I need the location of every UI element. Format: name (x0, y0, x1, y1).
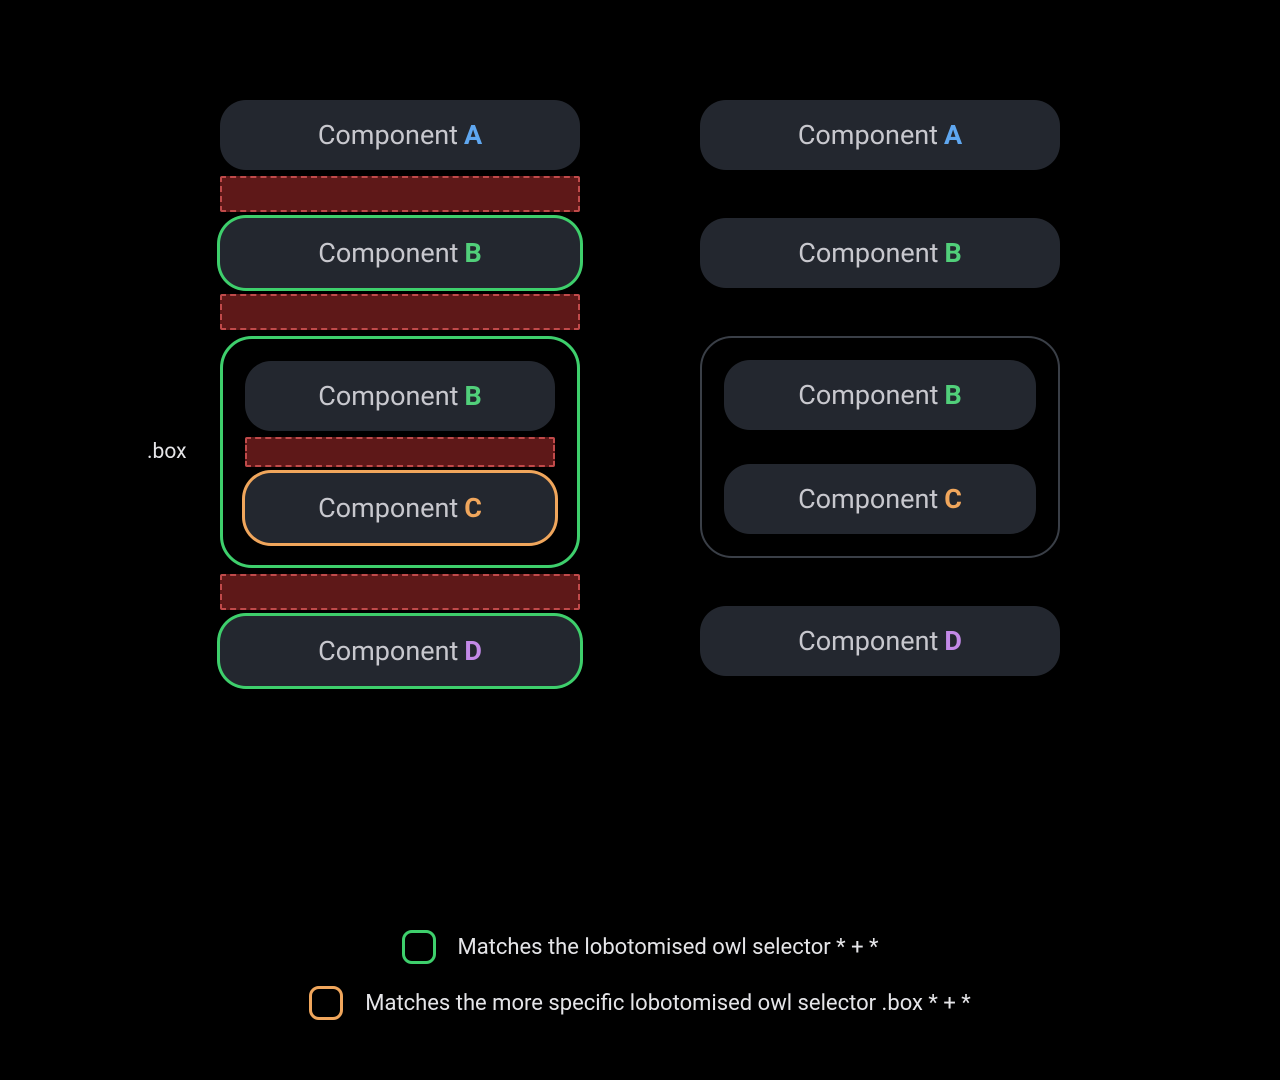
gap (700, 288, 1060, 336)
component-label: Component (798, 379, 938, 411)
component-d-pill-plain: Component D (700, 606, 1060, 676)
component-letter-c: C (944, 483, 962, 515)
component-b-pill-plain: Component B (700, 218, 1060, 288)
component-letter-b: B (944, 237, 961, 269)
gap-nested (724, 430, 1036, 464)
component-b-nested-pill: Component B (245, 361, 555, 431)
component-b-pill: Component B (220, 218, 580, 288)
component-letter-a: A (464, 119, 482, 151)
legend-text-green: Matches the lobotomised owl selector * +… (458, 935, 879, 960)
margin-band (220, 294, 580, 330)
margin-band-nested (245, 437, 555, 467)
legend-row-orange: Matches the more specific lobotomised ow… (309, 986, 970, 1020)
diagram-stage: Component A Component B .box Component B… (0, 100, 1280, 686)
component-letter-b: B (464, 237, 481, 269)
component-c-pill: Component C (245, 473, 555, 543)
component-letter-a: A (944, 119, 962, 151)
component-label: Component (798, 483, 938, 515)
legend-swatch-green (402, 930, 436, 964)
component-a-pill-plain: Component A (700, 100, 1060, 170)
component-letter-d: D (464, 635, 482, 667)
component-letter-b: B (464, 380, 481, 412)
component-letter-c: C (464, 492, 482, 524)
legend-text-orange: Matches the more specific lobotomised ow… (365, 991, 970, 1016)
component-label: Component (318, 119, 458, 151)
component-a-pill: Component A (220, 100, 580, 170)
component-label: Component (318, 380, 458, 412)
box-container-plain: Component B Component C (700, 336, 1060, 558)
margin-band (220, 176, 580, 212)
component-c-pill-plain: Component C (724, 464, 1036, 534)
component-label: Component (798, 237, 938, 269)
legend-row-green: Matches the lobotomised owl selector * +… (402, 930, 879, 964)
legend-swatch-orange (309, 986, 343, 1020)
legend: Matches the lobotomised owl selector * +… (0, 930, 1280, 1020)
component-label: Component (318, 492, 458, 524)
component-d-pill: Component D (220, 616, 580, 686)
gap (700, 558, 1060, 606)
component-letter-b: B (944, 379, 961, 411)
component-letter-d: D (944, 625, 962, 657)
component-label: Component (318, 635, 458, 667)
left-column: Component A Component B .box Component B… (220, 100, 580, 686)
component-label: Component (798, 625, 938, 657)
component-label: Component (798, 119, 938, 151)
component-label: Component (318, 237, 458, 269)
box-class-label: .box (147, 440, 187, 464)
box-container: .box Component B Component C (220, 336, 580, 568)
margin-band (220, 574, 580, 610)
component-b-nested-pill-plain: Component B (724, 360, 1036, 430)
right-column: Component A Component B Component B Comp… (700, 100, 1060, 686)
gap (700, 170, 1060, 218)
